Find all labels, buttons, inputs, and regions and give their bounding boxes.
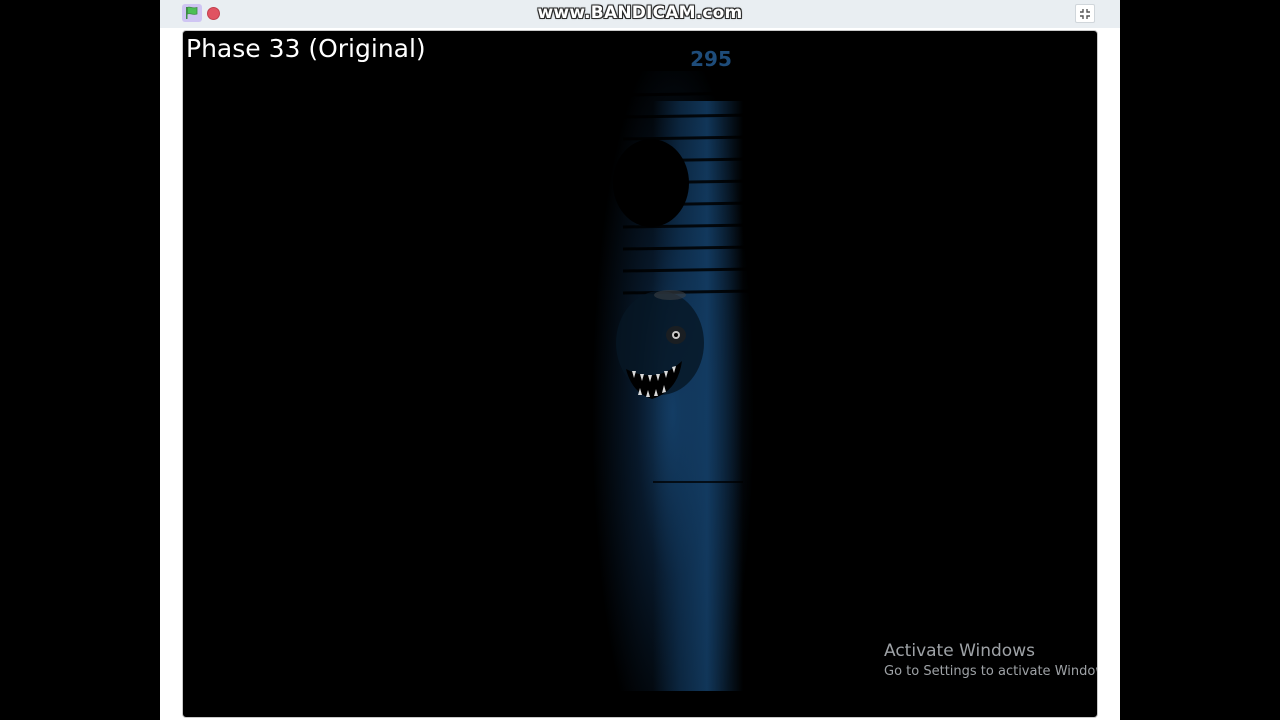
letterbox-right [1120, 0, 1280, 720]
score-counter: 295 [690, 47, 732, 71]
game-stage[interactable]: Phase 33 (Original) 295 Activate Windows… [182, 30, 1098, 718]
fullscreen-toggle-button[interactable] [1075, 4, 1095, 23]
floor-edge [653, 481, 743, 483]
scratch-player: www.BANDICAM.com Phase 33 (Original) 295… [160, 0, 1120, 720]
recorder-watermark: www.BANDICAM.com [537, 3, 743, 23]
phase-title: Phase 33 (Original) [186, 34, 426, 63]
player-controls-bar: www.BANDICAM.com [160, 0, 1120, 28]
grinning-figure-face [616, 290, 704, 399]
exit-fullscreen-icon [1080, 9, 1090, 19]
shadow-figure-head [613, 139, 689, 227]
activate-windows-subtitle: Go to Settings to activate Windows. [884, 664, 1098, 679]
activate-windows-title: Activate Windows [884, 641, 1035, 661]
letterbox-left [0, 0, 160, 720]
